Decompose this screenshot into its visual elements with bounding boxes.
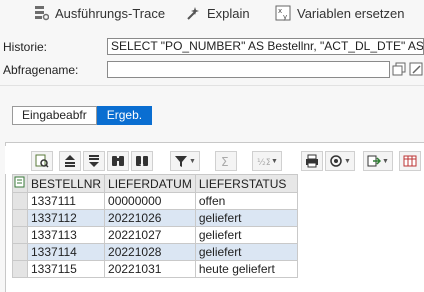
filter-icon[interactable]: ▼ (170, 151, 200, 171)
table-row: 1337111 00000000 offen (12, 192, 298, 210)
history-field[interactable]: SELECT "PO_NUMBER" AS Bestellnr, "ACT_DL… (107, 38, 424, 55)
row-selector[interactable] (12, 226, 28, 244)
details-icon[interactable] (31, 151, 53, 171)
cell-bestellnr: 1337115 (26, 260, 106, 278)
view-icon[interactable]: ▼ (325, 151, 355, 171)
cell-bestellnr: 1337114 (26, 243, 106, 261)
main-toolbar: Ausführungs-Trace Explain xy Variablen e… (0, 0, 424, 28)
row-selector[interactable] (12, 260, 28, 278)
row-selector[interactable] (12, 243, 28, 261)
query-name-field[interactable] (107, 61, 390, 78)
sum-icon[interactable]: Σ (215, 151, 237, 171)
cell-lieferdatum: 20221026 (104, 209, 196, 227)
column-header-bestellnr[interactable]: BESTELLNR (26, 174, 106, 193)
table-row: 1337114 20221028 geliefert (12, 243, 298, 261)
alv-toolbar: + ▼ Σ ½Σ ▼ ▼ ▼ (5, 146, 424, 174)
edit-icon[interactable] (409, 62, 424, 77)
svg-text:½Σ: ½Σ (257, 158, 270, 168)
replace-variables-label: Variablen ersetzen (297, 5, 405, 21)
sort-ascending-icon[interactable] (59, 151, 81, 171)
export-icon[interactable]: ▼ (363, 151, 393, 171)
cell-lieferdatum: 20221027 (104, 226, 196, 244)
explain-label: Explain (207, 5, 250, 21)
table-row: 1337112 20221026 geliefert (12, 209, 298, 227)
tab-input-query[interactable]: Eingabeabfr (12, 106, 97, 125)
explain-button[interactable]: Explain (185, 3, 250, 23)
trace-icon (33, 5, 50, 21)
separator (0, 85, 424, 86)
cell-lieferstatus: geliefert (194, 226, 298, 244)
svg-text:+: + (139, 162, 144, 168)
svg-text:y: y (283, 13, 287, 21)
tab-strip: Eingabeabfr Ergeb. (12, 106, 153, 125)
table-row: 1337115 20221031 heute geliefert (12, 260, 298, 278)
copy-icon[interactable] (392, 62, 407, 77)
variable-replace-icon: xy (275, 5, 291, 21)
query-name-label: Abfragename: (3, 63, 79, 77)
column-header-lieferstatus[interactable]: LIEFERSTATUS (194, 174, 298, 193)
row-selector[interactable] (12, 192, 28, 210)
print-icon[interactable] (301, 151, 323, 171)
find-next-icon[interactable]: + (131, 151, 153, 171)
row-selector[interactable] (12, 209, 28, 227)
layout-icon[interactable] (399, 151, 421, 171)
cell-lieferdatum: 20221031 (104, 260, 196, 278)
table-header-row: BESTELLNR LIEFERDATUM LIEFERSTATUS (12, 174, 298, 193)
history-label: Historie: (3, 40, 48, 54)
cell-lieferdatum: 20221028 (104, 243, 196, 261)
cell-bestellnr: 1337112 (26, 209, 106, 227)
table-row: 1337113 20221027 geliefert (12, 226, 298, 244)
wand-icon (185, 5, 201, 21)
results-table: BESTELLNR LIEFERDATUM LIEFERSTATUS 13371… (12, 174, 298, 278)
cell-lieferstatus: heute geliefert (194, 260, 298, 278)
column-header-lieferdatum[interactable]: LIEFERDATUM (104, 174, 196, 193)
sort-descending-icon[interactable] (83, 151, 105, 171)
cell-bestellnr: 1337111 (26, 192, 106, 210)
find-icon[interactable] (107, 151, 129, 171)
execution-trace-button[interactable]: Ausführungs-Trace (33, 3, 165, 23)
subtotal-icon[interactable]: ½Σ ▼ (252, 151, 282, 171)
svg-text:Σ: Σ (221, 155, 229, 168)
execution-trace-label: Ausführungs-Trace (55, 5, 166, 21)
cell-lieferstatus: geliefert (194, 243, 298, 261)
select-all-icon[interactable] (12, 174, 28, 193)
cell-lieferdatum: 00000000 (104, 192, 196, 210)
cell-lieferstatus: offen (194, 192, 298, 210)
tab-results[interactable]: Ergeb. (96, 106, 153, 125)
replace-variables-button[interactable]: xy Variablen ersetzen (275, 3, 404, 23)
svg-text:x: x (278, 7, 282, 15)
cell-bestellnr: 1337113 (26, 226, 106, 244)
cell-lieferstatus: geliefert (194, 209, 298, 227)
